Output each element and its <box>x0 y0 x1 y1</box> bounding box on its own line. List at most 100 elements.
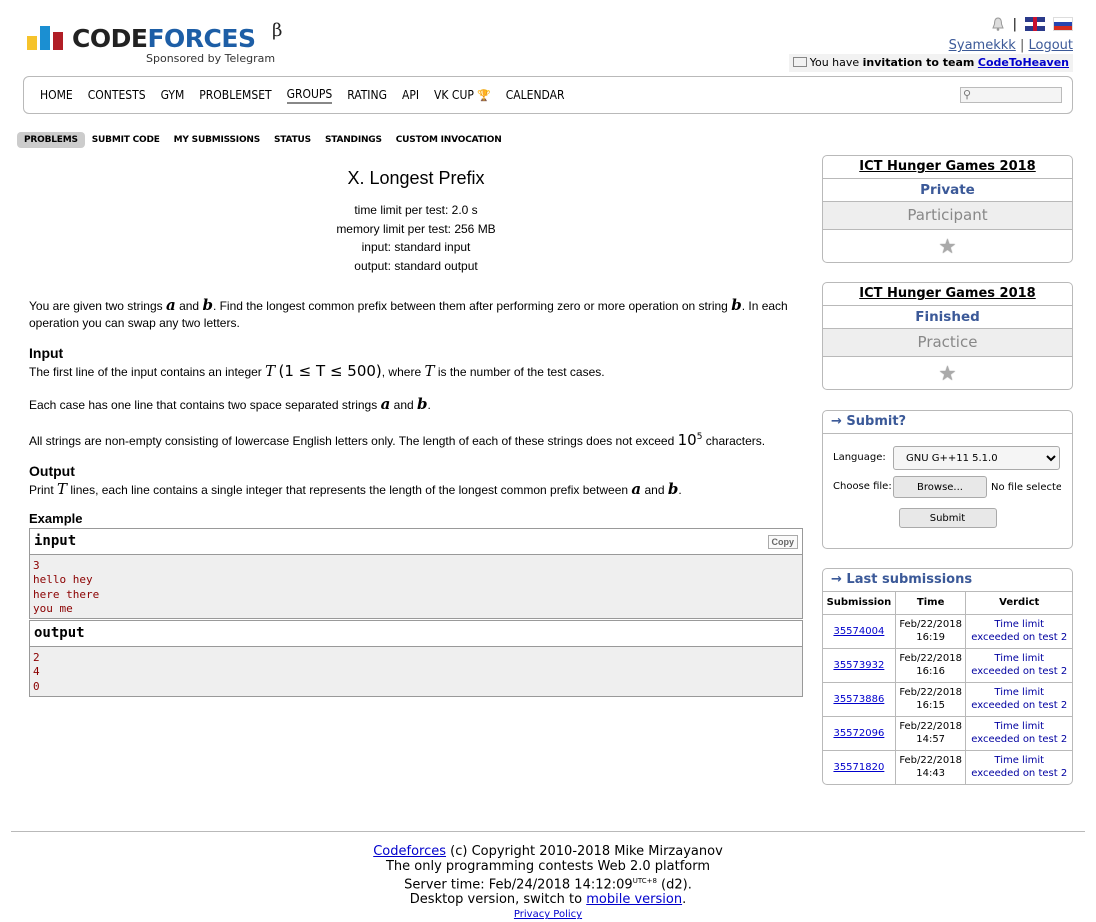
footer-codeforces-link[interactable]: Codeforces <box>373 844 446 859</box>
output-paragraph: Print T lines, each line contains a sing… <box>29 480 682 498</box>
menu-item-rating[interactable]: RATING <box>347 88 387 102</box>
menu-item-contests[interactable]: CONTESTS <box>88 88 146 102</box>
privacy-policy-link[interactable]: Privacy Policy <box>514 909 582 920</box>
menu-item-api[interactable]: API <box>402 88 419 102</box>
copy-button[interactable]: Copy <box>767 535 798 549</box>
group-contest-box-1: ICT Hunger Games 2018 Private Participan… <box>822 155 1073 263</box>
example-title: Example <box>29 511 83 526</box>
submission-time: Feb/22/2018 16:15 <box>895 682 967 717</box>
column-header: Submission <box>823 592 896 615</box>
submission-verdict[interactable]: Time limit exceeded on test 2 <box>965 614 1072 649</box>
submission-time: Feb/22/2018 14:57 <box>895 716 967 751</box>
memory-limit: memory limit per test: 256 MB <box>336 221 496 236</box>
sample-output: output 240 <box>29 620 803 698</box>
column-header: Verdict <box>965 592 1072 615</box>
menu-item-problemset[interactable]: PROBLEMSET <box>199 88 271 102</box>
submit-button[interactable]: Submit <box>898 508 997 528</box>
sample-output-content: 240 <box>30 647 802 696</box>
menu-item-gym[interactable]: GYM <box>161 88 185 102</box>
contest-role: Participant <box>823 202 1072 230</box>
sample-input-line: 3 <box>33 559 40 572</box>
language-select[interactable]: GNU G++11 5.1.0 <box>893 446 1060 470</box>
sample-output-line: 0 <box>33 679 40 693</box>
sample-input-line: hello hey <box>33 573 93 587</box>
submenu-my-submissions[interactable]: MY SUBMISSIONS <box>167 132 267 148</box>
language-label: Language: <box>833 452 886 463</box>
column-header: Time <box>895 592 967 615</box>
submenu-status[interactable]: STATUS <box>267 132 318 148</box>
username-link[interactable]: Syamekkk <box>949 38 1016 53</box>
submission-verdict[interactable]: Time limit exceeded on test 2 <box>965 648 1072 683</box>
bell-icon[interactable] <box>991 17 1005 31</box>
submit-caption: → Submit? <box>823 411 1072 434</box>
submit-box: → Submit? Language: GNU G++11 5.1.0 Choo… <box>822 410 1073 549</box>
sample-input-line: you me <box>33 601 73 615</box>
input-paragraph-3: All strings are non-empty consisting of … <box>29 431 766 449</box>
user-panel: | Syamekkk | Logout <box>949 14 1073 53</box>
separator: | <box>1019 38 1025 53</box>
logo-wordmark: CODEFORCES <box>72 24 256 53</box>
output-section-title: Output <box>29 463 75 479</box>
mobile-version-link[interactable]: mobile version <box>586 892 682 907</box>
submission-verdict[interactable]: Time limit exceeded on test 2 <box>965 682 1072 717</box>
input-file: input: standard input <box>361 240 471 254</box>
input-section-title: Input <box>29 345 64 361</box>
footer: Codeforces (c) Copyright 2010-2018 Mike … <box>0 844 1096 922</box>
sample-output-line: 2 <box>33 651 40 665</box>
main-menu: HOME CONTESTS GYM PROBLEMSET GROUPS RATING API… <box>23 76 1073 114</box>
browse-button[interactable]: Browse... <box>893 476 987 498</box>
last-submissions-caption: → Last submissions <box>823 569 1072 592</box>
submenu-problems[interactable]: PROBLEMS <box>17 132 85 148</box>
submission-time: Feb/22/2018 16:19 <box>895 614 967 649</box>
contest-name-link[interactable]: ICT Hunger Games 2018 <box>859 286 1035 301</box>
submission-row: 35574004 Feb/22/2018 16:19 Time limit exceed… <box>823 614 1072 649</box>
submenu-custom-invocation[interactable]: CUSTOM INVOCATION <box>389 132 509 148</box>
submission-time: Feb/22/2018 16:16 <box>895 648 967 683</box>
submission-verdict[interactable]: Time limit exceeded on test 2 <box>966 750 1072 784</box>
submission-verdict[interactable]: Time limit exceeded on test 2 <box>965 716 1072 751</box>
menu-item-calendar[interactable]: CALENDAR <box>506 88 565 102</box>
menu-item-groups[interactable]: GROUPS <box>286 87 333 104</box>
english-flag-icon[interactable] <box>1025 17 1045 31</box>
search-input[interactable]: ⚲ <box>960 87 1062 103</box>
codeforces-logo[interactable]: CODEFORCES β Sponsored by Telegram <box>26 20 288 68</box>
contest-name-link[interactable]: ICT Hunger Games 2018 <box>859 159 1035 174</box>
team-invitation: You have invitation to team CodeToHeaven <box>788 54 1073 72</box>
menu-item-vk-cup[interactable]: VK CUP 🏆 <box>434 88 491 102</box>
submission-id-link[interactable]: 35574004 <box>833 626 884 637</box>
star-icon[interactable]: ★ <box>939 230 957 262</box>
sample-output-label: output <box>34 625 85 642</box>
footer-tagline: The only programming contests Web 2.0 pl… <box>385 859 711 874</box>
problem-statement: X. Longest Prefix time limit per test: 2… <box>29 168 803 698</box>
server-time: Server time: Feb/24/2018 14:12:09UTC+8 (… <box>404 877 692 893</box>
submission-id-link[interactable]: 35573886 <box>833 694 884 705</box>
contest-status: Private <box>823 179 1072 202</box>
team-link[interactable]: CodeToHeaven <box>978 56 1069 69</box>
problem-title: X. Longest Prefix <box>347 168 485 188</box>
contest-role: Practice <box>823 329 1072 357</box>
group-contest-box-2: ICT Hunger Games 2018 Finished Practice … <box>822 282 1073 390</box>
sample-input: input Copy 3 hello hey here there you me <box>29 528 803 620</box>
submission-row: 35571820 Feb/22/2018 14:43 Time limit exceed… <box>823 750 1072 784</box>
menu-item-home[interactable]: HOME <box>40 88 73 102</box>
submission-id-link[interactable]: 35572096 <box>833 728 884 739</box>
russian-flag-icon[interactable] <box>1053 17 1073 31</box>
contest-status: Finished <box>823 306 1072 329</box>
trophy-icon: 🏆 <box>473 89 491 102</box>
time-limit: time limit per test: 2.0 s <box>354 203 478 217</box>
submenu-standings[interactable]: STANDINGS <box>318 132 389 148</box>
output-file: output: standard output <box>354 258 478 273</box>
last-submissions-table: Submission Time Verdict 35574004 Feb/22/2… <box>823 592 1072 784</box>
submission-id-link[interactable]: 35573932 <box>833 660 884 671</box>
footer-divider <box>11 831 1085 832</box>
input-paragraph-1: The first line of the input contains an … <box>29 362 605 380</box>
separator: | <box>1012 16 1017 32</box>
submission-row: 35573886 Feb/22/2018 16:15 Time limit exceed… <box>823 682 1072 717</box>
file-label: Choose file: <box>833 481 892 492</box>
sample-output-line: 4 <box>33 665 40 679</box>
logout-link[interactable]: Logout <box>1028 38 1073 53</box>
submenu-submit-code[interactable]: SUBMIT CODE <box>85 132 167 148</box>
star-icon[interactable]: ★ <box>939 357 957 389</box>
submission-id-link[interactable]: 35571820 <box>833 762 884 773</box>
envelope-icon <box>792 57 807 67</box>
